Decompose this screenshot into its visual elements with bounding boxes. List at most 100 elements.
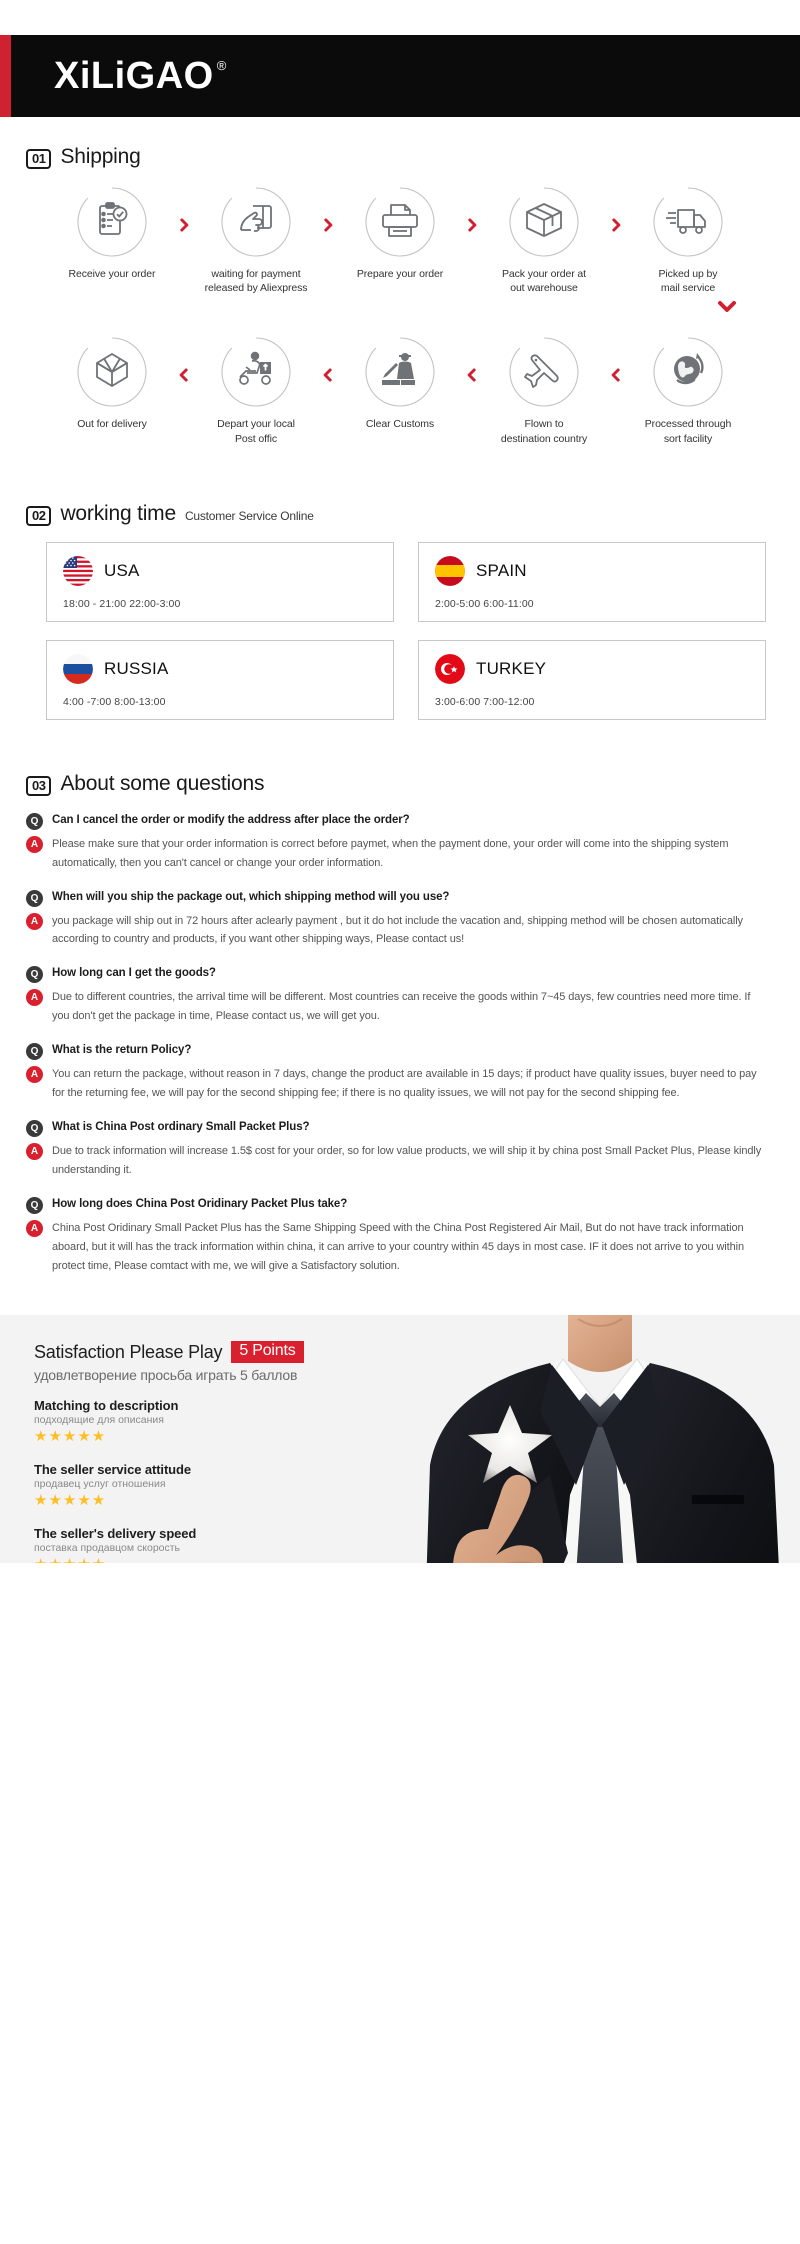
brand-name: XiLiGAO xyxy=(54,55,214,97)
chevron-left-icon xyxy=(323,368,332,382)
country-hours: 18:00 - 21:00 22:00-3:00 xyxy=(63,597,181,610)
question-badge: Q xyxy=(26,812,43,830)
box-icon xyxy=(523,200,565,245)
faq-item: Q Can I cancel the order or modify the ad… xyxy=(26,812,770,873)
usa-flag-icon xyxy=(63,555,93,586)
rating-block: Matching to description подходящие для оп… xyxy=(34,1398,380,1447)
country-header: TURKEY xyxy=(435,653,749,684)
faq-answer: China Post Oridinary Small Packet Plus h… xyxy=(52,1221,744,1272)
shipping-step: Depart your local Post offic xyxy=(195,335,317,445)
working-time-heading: 02 working time Customer Service Online xyxy=(0,502,800,526)
answer-badge: A xyxy=(26,1066,43,1084)
faq-answer-row: A Please make sure that your order inform… xyxy=(26,835,770,873)
country-hours: 2:00-5:00 6:00-11:00 xyxy=(435,597,534,610)
rating-title: The seller's delivery speed xyxy=(34,1525,197,1541)
section-title: working time xyxy=(60,501,176,525)
satisfaction-banner: Satisfaction Please Play 5 Points удовле… xyxy=(0,1315,800,1564)
country-name: RUSSIA xyxy=(104,658,169,678)
printer-icon xyxy=(379,201,421,244)
shipping-section: 01 Shipping Receive your order waiting fo… xyxy=(0,117,800,446)
answer-badge: A xyxy=(26,1219,43,1237)
rating-subtitle: подходящие для описания xyxy=(34,1414,164,1427)
airplane-icon xyxy=(523,350,565,395)
flow-chevron xyxy=(173,364,195,386)
country-card: TURKEY 3:00-6:00 7:00-12:00 xyxy=(418,639,766,720)
faq-question-row: Q What is China Post ordinary Small Packe… xyxy=(26,1119,770,1137)
faq-question: Can I cancel the order or modify the add… xyxy=(52,813,410,826)
faq-question: What is the return Policy? xyxy=(52,1044,192,1057)
shipping-step-label: Processed through sort facility xyxy=(644,418,732,445)
chevron-right-icon xyxy=(612,218,621,232)
chevron-down-icon xyxy=(718,301,736,313)
faq-question: How long does China Post Oridinary Packe… xyxy=(52,1197,348,1210)
answer-badge: A xyxy=(26,835,43,853)
flow-chevron xyxy=(605,214,627,236)
step-icon-circle xyxy=(507,185,581,259)
star-rating: ★★★★★ xyxy=(34,1492,107,1510)
country-hours: 3:00-6:00 7:00-12:00 xyxy=(435,695,535,708)
businessman-pointing-star-photo xyxy=(400,1315,800,1564)
faq-answer: you package will ship out in 72 hours af… xyxy=(52,914,743,946)
country-card: RUSSIA 4:00 -7:00 8:00-13:00 xyxy=(46,639,394,720)
rating-title: The seller service attitude xyxy=(34,1462,191,1478)
brand-logo: XiLiGAO ® xyxy=(54,57,226,95)
faq-question-row: Q How long does China Post Oridinary Pack… xyxy=(26,1196,770,1214)
brand-header: XiLiGAO ® xyxy=(0,35,800,117)
rating-block: The seller's delivery speed поставка прод… xyxy=(34,1526,380,1564)
shipping-heading: 01 Shipping xyxy=(0,145,800,169)
question-badge: Q xyxy=(26,1196,43,1214)
shipping-step: Pack your order at out warehouse xyxy=(483,185,605,295)
rating-list: Matching to description подходящие для оп… xyxy=(34,1398,380,1563)
open-box-icon xyxy=(91,350,133,395)
chevron-right-icon xyxy=(180,218,189,232)
step-icon-circle xyxy=(75,335,149,409)
star-rating: ★★★★★ xyxy=(34,1556,380,1564)
country-name: TURKEY xyxy=(476,658,547,678)
answer-badge: A xyxy=(26,1142,43,1160)
shipping-step-label: Prepare your order xyxy=(356,268,444,280)
faq-answer: Due to different countries, the arrival … xyxy=(52,991,751,1023)
shipping-step: Clear Customs xyxy=(339,335,461,431)
satisfaction-text-block: Satisfaction Please Play 5 Points удовле… xyxy=(0,1315,380,1563)
country-name: SPAIN xyxy=(476,560,527,580)
faq-question-row: Q Can I cancel the order or modify the ad… xyxy=(26,812,770,830)
shipping-step: Prepare your order xyxy=(339,185,461,281)
satisfaction-title-row: Satisfaction Please Play 5 Points xyxy=(34,1341,380,1364)
faq-answer-row: A You can return the package, without rea… xyxy=(26,1065,770,1103)
chevron-right-icon xyxy=(324,218,333,232)
shipping-step: waiting for payment released by Aliexpres… xyxy=(195,185,317,295)
step-icon-circle xyxy=(507,335,581,409)
faq-item: Q What is China Post ordinary Small Packe… xyxy=(26,1119,770,1180)
truck-icon xyxy=(666,203,710,242)
shipping-step-label: waiting for payment released by Aliexpres… xyxy=(204,268,308,295)
faq-answer: Due to track information will increase 1… xyxy=(52,1144,762,1176)
faq-item: Q How long does China Post Oridinary Pack… xyxy=(26,1196,770,1276)
faq-item: Q What is the return Policy? A You can retu… xyxy=(26,1042,770,1103)
shipping-step-label: Out for delivery xyxy=(77,418,147,431)
flow-turn-arrow xyxy=(0,299,800,315)
faq-heading: 03 About some questions xyxy=(0,772,800,796)
star-rating: ★★★★★ xyxy=(34,1428,107,1446)
points-badge: 5 Points xyxy=(231,1341,304,1364)
shipping-step: Receive your order xyxy=(51,185,173,281)
registered-trademark-icon: ® xyxy=(216,58,227,73)
country-card: USA 18:00 - 21:00 22:00-3:00 xyxy=(46,541,394,622)
rating-subtitle: продавец услуг отношения xyxy=(34,1478,166,1491)
satisfaction-subtitle: удовлетворение просьба играть 5 баллов xyxy=(34,1367,298,1384)
shipping-flow-row-1: Receive your order waiting for payment rel… xyxy=(0,185,800,295)
shipping-step-label: Receive your order xyxy=(68,268,156,280)
step-icon-circle xyxy=(75,185,149,259)
step-icon-circle xyxy=(363,185,437,259)
faq-question: How long can I get the goods? xyxy=(52,967,216,980)
section-number: 01 xyxy=(26,149,52,169)
step-icon-circle xyxy=(651,335,725,409)
chevron-left-icon xyxy=(611,368,620,382)
faq-answer-row: A China Post Oridinary Small Packet Plus … xyxy=(26,1219,770,1276)
shipping-step-label: Flown to destination country xyxy=(500,418,588,445)
chevron-right-icon xyxy=(468,218,477,232)
answer-badge: A xyxy=(26,989,43,1007)
country-header: SPAIN xyxy=(435,555,749,586)
working-time-section: 02 working time Customer Service Online … xyxy=(0,446,800,720)
shipping-step: Picked up by mail service xyxy=(627,185,749,295)
faq-answer: Please make sure that your order informa… xyxy=(52,837,729,869)
